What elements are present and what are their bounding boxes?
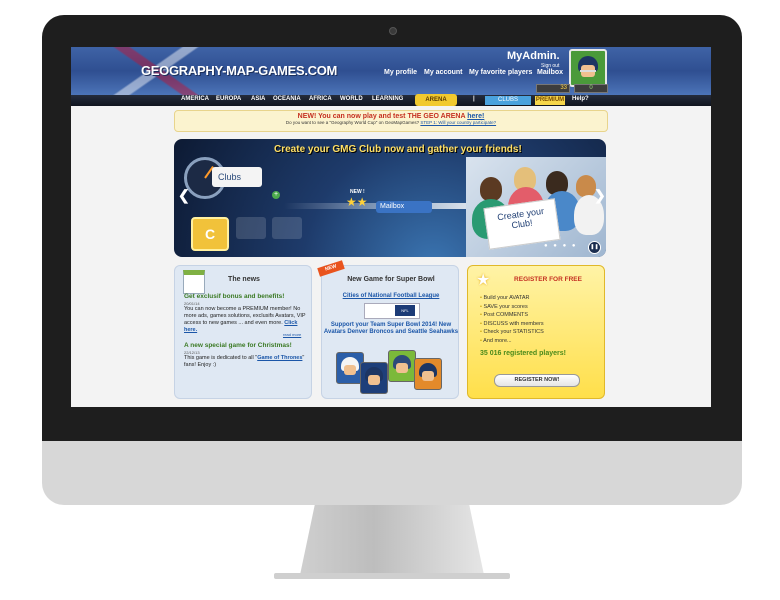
nav-africa[interactable]: AFRICA xyxy=(309,96,332,102)
nav-oceania[interactable]: OCEANIA xyxy=(273,96,301,102)
register-card: ★ REGISTER FOR FREE Build your AVATAR SA… xyxy=(467,265,605,399)
avatar-face xyxy=(396,363,408,373)
banner-title: Create your GMG Club now and gather your… xyxy=(274,144,522,155)
news-item-body: You can now become a PREMIUM member! No … xyxy=(184,306,306,334)
mailbox-link[interactable]: Mailbox xyxy=(537,69,563,76)
broncos-avatar[interactable] xyxy=(414,358,442,390)
superbowl-card: NEW New Game for Super Bowl Cities of Na… xyxy=(317,260,460,399)
arena-button[interactable]: ARENA xyxy=(415,94,457,106)
site-logo[interactable]: GEOGRAPHY-MAP-GAMES.COM xyxy=(141,63,337,78)
my-profile-link[interactable]: My profile xyxy=(384,69,417,76)
benefit-item: SAVE your scores xyxy=(480,303,544,312)
favorite-players-link[interactable]: My favorite players xyxy=(469,69,532,76)
monitor-chin xyxy=(42,441,742,505)
nav-learning[interactable]: LEARNING xyxy=(372,96,403,102)
register-button[interactable]: REGISTER NOW! xyxy=(494,374,580,387)
benefit-item: And more... xyxy=(480,337,544,346)
nfl-game-thumbnail[interactable]: NFL xyxy=(364,303,420,319)
pause-icon[interactable]: ❚❚ xyxy=(588,241,601,254)
avatar-face xyxy=(368,375,380,385)
main-nav: AMERICA EUROPA ASIA OCEANIA AFRICA WORLD… xyxy=(71,95,711,106)
nfl-logo: NFL xyxy=(395,305,415,316)
plus-icon: + xyxy=(272,191,280,199)
new-ribbon: NEW xyxy=(317,260,345,277)
browser-screen: GEOGRAPHY-MAP-GAMES.COM MyAdmin. Sign ou… xyxy=(71,47,711,407)
club-slot xyxy=(236,217,266,239)
nav-europa[interactable]: EUROPA xyxy=(216,96,241,102)
announcement-bar: NEW! You can now play and test THE GEO A… xyxy=(174,110,608,132)
avatar[interactable] xyxy=(569,49,607,87)
game-of-thrones-link[interactable]: Game of Thrones xyxy=(257,355,302,361)
participate-link[interactable]: STEP 1: Will your country participate? xyxy=(420,120,496,125)
superbowl-support-text[interactable]: Support your Team Super Bowl 2014! New A… xyxy=(322,322,460,336)
register-heading: REGISTER FOR FREE xyxy=(514,276,582,283)
coins-counter: 33 xyxy=(536,84,570,93)
news-item-body: This game is dedicated to all "Game of T… xyxy=(184,355,306,369)
gold-club-icon: C xyxy=(191,217,229,251)
facemask-icon xyxy=(580,70,596,72)
benefit-item: Build your AVATAR xyxy=(480,294,544,303)
nav-world[interactable]: WORLD xyxy=(340,96,363,102)
announcement-line1: NEW! You can now play and test THE GEO A… xyxy=(175,113,607,120)
avatar-face xyxy=(344,365,356,375)
news-card: The news Get exclusif bonus and benefits… xyxy=(174,265,312,399)
promo-carousel[interactable]: Create your GMG Club now and gather your… xyxy=(174,139,606,257)
announcement-line2: Do you want to see a "Geography World Cu… xyxy=(175,120,607,125)
world-cup-question: Do you want to see a "Geography World Cu… xyxy=(285,120,420,125)
news-heading: The news xyxy=(228,276,260,283)
camera-icon xyxy=(389,27,397,35)
nav-asia[interactable]: ASIA xyxy=(251,96,265,102)
nav-separator: | xyxy=(473,96,475,102)
clubs-tag: Clubs xyxy=(212,167,262,187)
benefit-item: Check your STATISTICS xyxy=(480,328,543,337)
read-more-link[interactable]: read more xyxy=(283,332,301,337)
monitor-stand xyxy=(300,505,484,575)
mailbox-badge: Mailbox xyxy=(376,201,432,213)
my-account-link[interactable]: My account xyxy=(424,69,463,76)
news-item-title[interactable]: A new special game for Christmas! xyxy=(184,342,292,349)
announcement-text: NEW! You can now play and test THE GEO A… xyxy=(297,113,466,120)
site-header: GEOGRAPHY-MAP-GAMES.COM MyAdmin. Sign ou… xyxy=(71,47,711,95)
registered-count: 35 016 registered players! xyxy=(480,350,566,357)
clubs-tab[interactable]: CLUBS xyxy=(485,96,531,105)
benefit-item: Post COMMENTS xyxy=(480,311,544,320)
seahawks-avatar[interactable] xyxy=(360,362,388,394)
user-name[interactable]: MyAdmin. xyxy=(507,50,560,62)
news-item-text: This game is dedicated to all " xyxy=(184,355,258,361)
benefit-item: DISCUSS with members xyxy=(480,320,544,329)
nfl-cities-link[interactable]: Cities of National Football League xyxy=(322,293,460,299)
stars-icon: ★★ xyxy=(346,195,368,209)
benefits-list: Build your AVATAR SAVE your scores Post … xyxy=(480,294,544,345)
nav-america[interactable]: AMERICA xyxy=(181,96,209,102)
nav-help[interactable]: Help? xyxy=(572,96,589,102)
star-icon: ★ xyxy=(476,272,491,289)
carousel-dots[interactable]: ● ● ● ● xyxy=(544,243,578,249)
arena-here-link[interactable]: here! xyxy=(467,113,484,120)
next-arrow-icon[interactable]: ❯ xyxy=(594,187,606,203)
news-item-title[interactable]: Get exclusif bonus and benefits! xyxy=(184,293,284,300)
points-counter: 0 xyxy=(574,84,608,93)
club-slot xyxy=(272,217,302,239)
premium-tab[interactable]: PREMIUM xyxy=(535,96,565,105)
avatar-face xyxy=(422,371,434,381)
seahawks-avatar[interactable] xyxy=(388,350,416,382)
prev-arrow-icon[interactable]: ❮ xyxy=(178,187,190,203)
superbowl-heading: New Game for Super Bowl xyxy=(347,276,435,283)
person-head xyxy=(576,175,596,197)
person-head xyxy=(480,177,502,201)
monitor-foot xyxy=(274,573,510,579)
